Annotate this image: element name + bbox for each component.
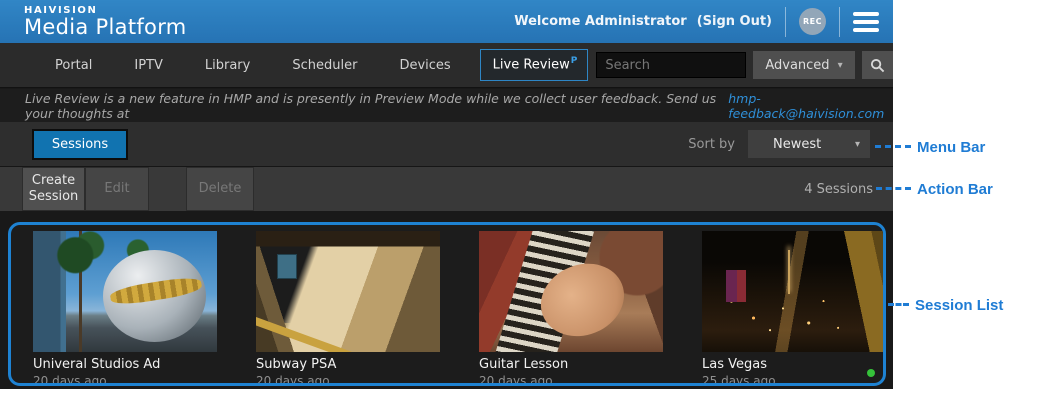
chevron-down-icon: ▾ bbox=[838, 60, 843, 71]
annotation-line-menu-bar bbox=[875, 145, 911, 148]
nav-tab-portal[interactable]: Portal bbox=[34, 58, 113, 73]
search-input[interactable] bbox=[596, 52, 746, 78]
chevron-down-icon: ▾ bbox=[855, 139, 860, 150]
sessions-tab-button[interactable]: Sessions bbox=[32, 129, 128, 160]
session-thumbnail-las-vegas[interactable] bbox=[702, 231, 886, 352]
sort-dropdown[interactable]: Newest ▾ bbox=[748, 130, 870, 158]
topbar-divider bbox=[839, 7, 840, 37]
annotation-session-list: Session List bbox=[915, 297, 1003, 314]
sort-value: Newest bbox=[773, 137, 821, 152]
session-title: Univeral Studios Ad bbox=[33, 357, 217, 372]
session-age: 20 days ago bbox=[479, 374, 663, 386]
top-bar-right: Welcome Administrator (Sign Out) REC bbox=[514, 7, 883, 37]
rec-button[interactable]: REC bbox=[799, 8, 826, 35]
page: HAIVISION Media Platform Welcome Adminis… bbox=[0, 0, 1063, 415]
advanced-label: Advanced bbox=[765, 58, 829, 73]
brand-logo: HAIVISION Media Platform bbox=[24, 6, 187, 38]
session-title: Las Vegas bbox=[702, 357, 886, 372]
hmp-app-window: HAIVISION Media Platform Welcome Adminis… bbox=[0, 0, 893, 389]
brand-haivision: HAIVISION bbox=[24, 6, 187, 16]
feedback-email-link[interactable]: hmp-feedback@haivision.com bbox=[728, 91, 893, 121]
menu-bar: Sessions Sort by Newest ▾ bbox=[0, 122, 893, 166]
sign-out-link[interactable]: (Sign Out) bbox=[697, 14, 772, 29]
session-card[interactable]: Univeral Studios Ad 20 days ago bbox=[33, 231, 217, 383]
session-list: Univeral Studios Ad 20 days ago Subway P… bbox=[8, 222, 886, 386]
session-age: 25 days ago bbox=[702, 374, 886, 386]
nav-search-group: Advanced ▾ bbox=[596, 51, 892, 79]
session-title: Guitar Lesson bbox=[479, 357, 663, 372]
nav-tab-iptv[interactable]: IPTV bbox=[113, 58, 184, 73]
annotation-line-action-bar bbox=[876, 187, 911, 190]
sort-by-label: Sort by bbox=[688, 137, 735, 152]
create-session-button[interactable]: Create Session bbox=[22, 167, 85, 211]
preview-badge: P bbox=[571, 56, 578, 66]
nav-tab-live-review[interactable]: Live ReviewP bbox=[480, 49, 589, 80]
sort-group: Sort by Newest ▾ bbox=[688, 130, 870, 158]
session-title: Subway PSA bbox=[256, 357, 440, 372]
session-count: 4 Sessions bbox=[804, 182, 873, 197]
main-nav-bar: Portal IPTV Library Scheduler Devices Li… bbox=[0, 43, 893, 88]
session-card[interactable]: Subway PSA 20 days ago bbox=[256, 231, 440, 383]
live-review-label: Live Review bbox=[493, 58, 570, 73]
annotation-menu-bar: Menu Bar bbox=[917, 139, 985, 156]
session-thumbnail-subway[interactable] bbox=[256, 231, 440, 352]
session-thumbnail-guitar[interactable] bbox=[479, 231, 663, 352]
top-bar: HAIVISION Media Platform Welcome Adminis… bbox=[0, 0, 893, 43]
search-icon bbox=[870, 58, 885, 73]
notice-text: Live Review is a new feature in HMP and … bbox=[25, 91, 723, 121]
welcome-text: Welcome Administrator bbox=[514, 14, 686, 29]
advanced-search-button[interactable]: Advanced ▾ bbox=[753, 51, 854, 79]
annotation-action-bar: Action Bar bbox=[917, 181, 993, 198]
hamburger-menu-icon[interactable] bbox=[853, 12, 879, 32]
nav-tab-scheduler[interactable]: Scheduler bbox=[271, 58, 378, 73]
nav-tab-devices[interactable]: Devices bbox=[378, 58, 471, 73]
session-list-area: Univeral Studios Ad 20 days ago Subway P… bbox=[0, 211, 893, 389]
topbar-divider bbox=[785, 7, 786, 37]
session-card[interactable]: Guitar Lesson 20 days ago bbox=[479, 231, 663, 383]
action-bar: Create Session Edit Delete 4 Sessions bbox=[0, 166, 893, 211]
session-age: 20 days ago bbox=[256, 374, 440, 386]
session-card[interactable]: Las Vegas 25 days ago bbox=[702, 231, 886, 383]
nav-tab-library[interactable]: Library bbox=[184, 58, 271, 73]
session-age: 20 days ago bbox=[33, 374, 217, 386]
brand-media-platform: Media Platform bbox=[24, 17, 187, 38]
live-indicator-dot bbox=[867, 369, 875, 377]
search-submit-button[interactable] bbox=[862, 51, 893, 79]
session-thumbnail-universal[interactable] bbox=[33, 231, 217, 352]
delete-button[interactable]: Delete bbox=[186, 167, 254, 211]
edit-button[interactable]: Edit bbox=[85, 167, 149, 211]
annotation-line-session-list bbox=[888, 303, 909, 306]
preview-notice-bar: Live Review is a new feature in HMP and … bbox=[0, 89, 893, 122]
